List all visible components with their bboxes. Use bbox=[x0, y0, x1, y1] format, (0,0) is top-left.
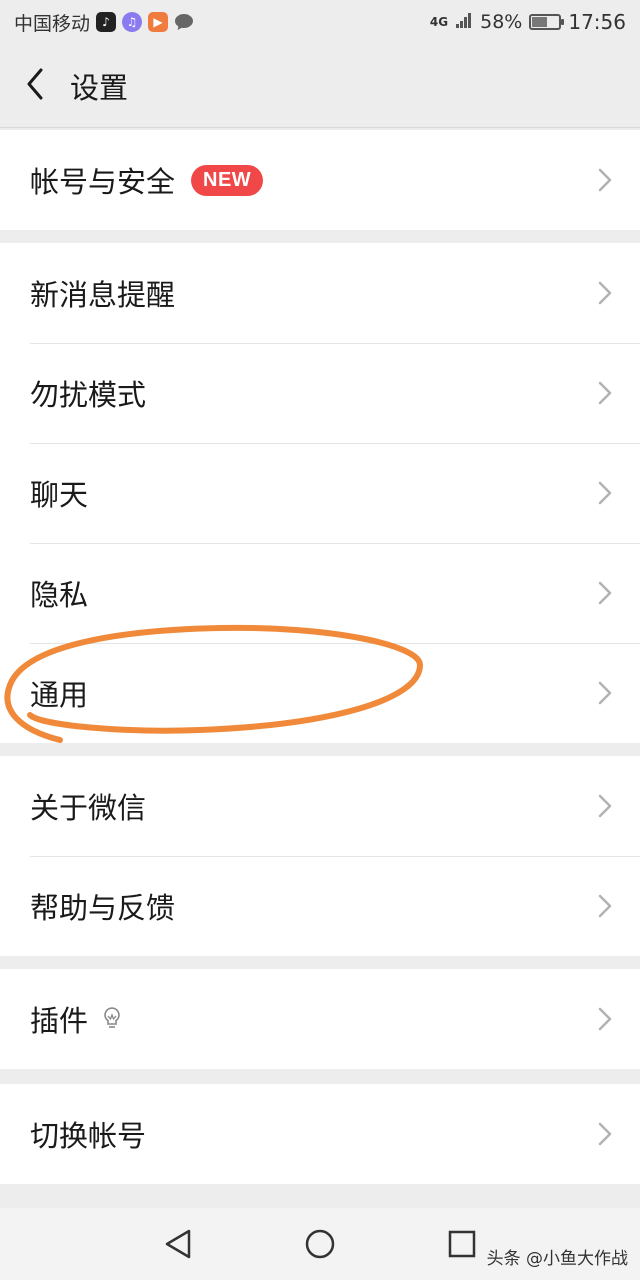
settings-group-account: 帐号与安全 NEW bbox=[0, 130, 640, 230]
chevron-right-icon bbox=[598, 581, 612, 609]
settings-group-about: 关于微信 帮助与反馈 bbox=[0, 756, 640, 956]
watermark: 头条 @小鱼大作战 bbox=[486, 1249, 628, 1269]
video-icon: ▶ bbox=[148, 12, 169, 32]
nav-home-button[interactable] bbox=[304, 1228, 336, 1260]
settings-item-privacy[interactable]: 隐私 bbox=[0, 543, 640, 643]
back-button[interactable] bbox=[0, 44, 70, 128]
settings-item-label: 插件 bbox=[30, 1004, 89, 1038]
settings-item-label: 勿扰模式 bbox=[30, 378, 147, 412]
settings-item-label: 新消息提醒 bbox=[30, 278, 176, 312]
settings-item-account-security[interactable]: 帐号与安全 NEW bbox=[0, 130, 640, 230]
music-icon: ♫ bbox=[122, 12, 143, 32]
tiktok-icon: ♪ bbox=[96, 12, 117, 32]
chevron-left-icon bbox=[25, 68, 45, 104]
chevron-right-icon bbox=[598, 794, 612, 822]
chevron-right-icon bbox=[598, 281, 612, 309]
settings-item-general[interactable]: 通用 bbox=[0, 643, 640, 743]
settings-group-switch: 切换帐号 bbox=[0, 1084, 640, 1184]
network-label: 4G bbox=[429, 15, 449, 29]
settings-group-main: 新消息提醒 勿扰模式 聊天 隐私 通用 bbox=[0, 243, 640, 743]
settings-item-label: 切换帐号 bbox=[30, 1119, 147, 1153]
chevron-right-icon bbox=[598, 681, 612, 709]
signal-icon bbox=[455, 11, 473, 34]
settings-item-help-feedback[interactable]: 帮助与反馈 bbox=[0, 856, 640, 956]
header-bar: 设置 bbox=[0, 44, 640, 128]
new-badge: NEW bbox=[191, 164, 264, 196]
status-bar: 中国移动 ♪ ♫ ▶ 4G 58% 17:56 bbox=[0, 0, 640, 44]
settings-group-plugins: 插件 bbox=[0, 969, 640, 1069]
settings-item-do-not-disturb[interactable]: 勿扰模式 bbox=[0, 343, 640, 443]
settings-item-plugins[interactable]: 插件 bbox=[0, 969, 640, 1069]
settings-item-about-wechat[interactable]: 关于微信 bbox=[0, 756, 640, 856]
clock: 17:56 bbox=[568, 10, 626, 34]
nav-back-button[interactable] bbox=[164, 1228, 192, 1260]
page-title: 设置 bbox=[70, 70, 129, 105]
settings-item-label: 关于微信 bbox=[30, 791, 147, 825]
lightbulb-icon bbox=[102, 1006, 122, 1032]
carrier-label: 中国移动 bbox=[14, 12, 91, 35]
settings-item-label: 隐私 bbox=[30, 578, 89, 612]
chevron-right-icon bbox=[598, 1122, 612, 1150]
battery-percent: 58% bbox=[480, 11, 523, 33]
chevron-right-icon bbox=[598, 894, 612, 922]
settings-item-notifications[interactable]: 新消息提醒 bbox=[0, 243, 640, 343]
chevron-right-icon bbox=[598, 1007, 612, 1035]
battery-icon bbox=[529, 14, 565, 30]
nav-recents-button[interactable] bbox=[448, 1230, 476, 1258]
chat-bubble-icon bbox=[174, 12, 194, 32]
chevron-right-icon bbox=[598, 481, 612, 509]
settings-item-label: 通用 bbox=[30, 678, 89, 712]
settings-item-chat[interactable]: 聊天 bbox=[0, 443, 640, 543]
chevron-right-icon bbox=[598, 381, 612, 409]
chevron-right-icon bbox=[598, 168, 612, 196]
settings-item-switch-account[interactable]: 切换帐号 bbox=[0, 1084, 640, 1184]
settings-item-label: 帐号与安全 bbox=[30, 165, 176, 199]
settings-item-label: 聊天 bbox=[30, 478, 89, 512]
settings-item-label: 帮助与反馈 bbox=[30, 891, 176, 925]
